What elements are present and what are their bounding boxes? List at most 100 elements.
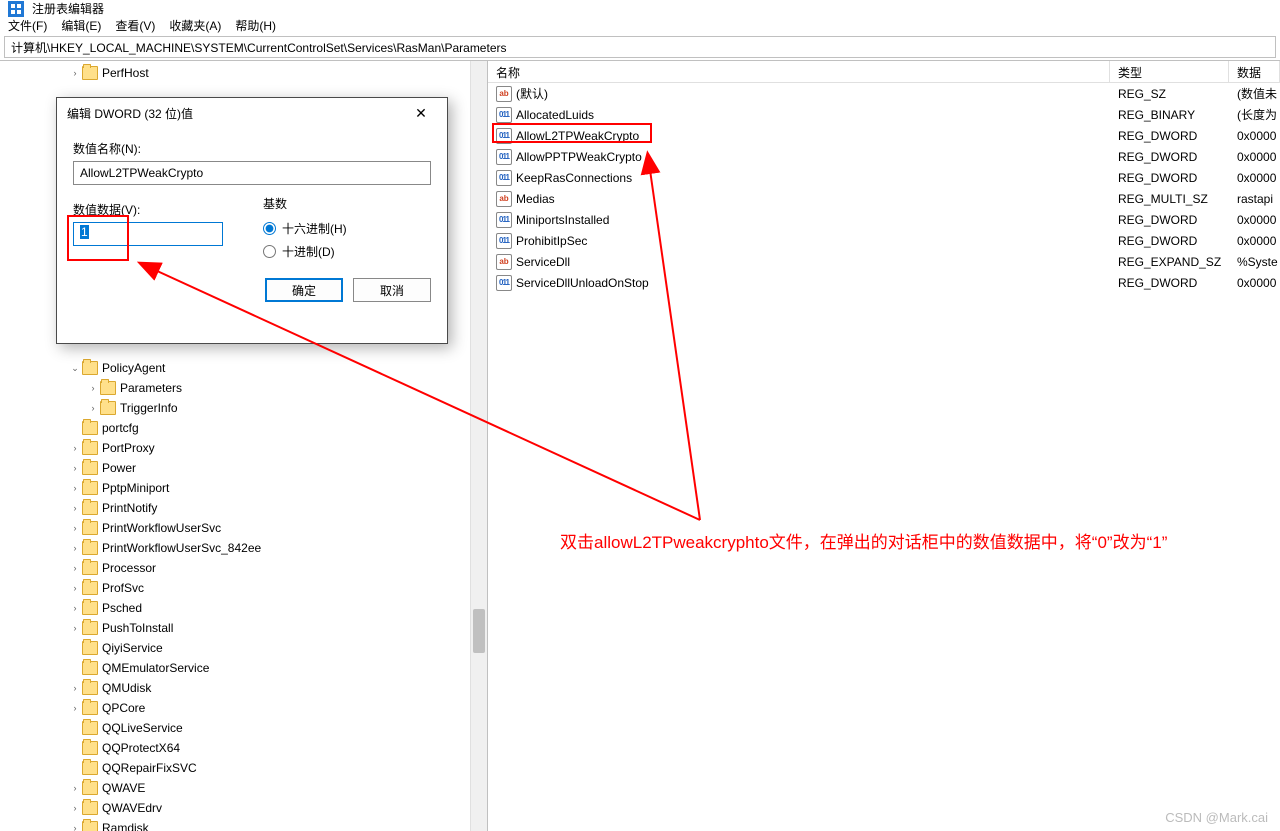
tree-item[interactable]: ›PushToInstall [0,618,487,638]
menubar: 文件(F) 编辑(E) 查看(V) 收藏夹(A) 帮助(H) [0,17,1280,34]
list-row[interactable]: AllowPPTPWeakCryptoREG_DWORD0x0000 [488,146,1280,167]
folder-icon [100,401,116,415]
chevron-right-icon[interactable]: › [68,563,82,573]
chevron-right-icon[interactable]: › [68,503,82,513]
folder-icon [82,521,98,535]
tree-item-label: TriggerInfo [120,401,178,415]
list-row[interactable]: ServiceDllREG_EXPAND_SZ%Syste [488,251,1280,272]
tree-item-label: PrintNotify [102,501,157,515]
tree-item[interactable]: ›Ramdisk [0,818,487,831]
radio-hex-input[interactable] [263,222,276,235]
col-type[interactable]: 类型 [1110,61,1229,82]
chevron-right-icon[interactable]: › [68,603,82,613]
value-name-input[interactable] [73,161,431,185]
folder-icon [82,66,98,80]
value-name-label: 数值名称(N): [73,140,431,157]
menu-favorites[interactable]: 收藏夹(A) [169,17,221,34]
chevron-right-icon[interactable]: › [86,403,100,413]
tree-item-label: PrintWorkflowUserSvc_842ee [102,541,261,555]
folder-icon [82,821,98,831]
address-bar[interactable]: 计算机\HKEY_LOCAL_MACHINE\SYSTEM\CurrentCon… [4,36,1276,58]
tree-item[interactable]: ›PrintWorkflowUserSvc [0,518,487,538]
menu-file[interactable]: 文件(F) [8,17,47,34]
tree-item[interactable]: › TriggerInfo [0,398,487,418]
close-icon[interactable]: ✕ [405,101,437,125]
folder-icon [82,601,98,615]
list-row[interactable]: (默认)REG_SZ(数值未 [488,83,1280,104]
tree-item-label: QMEmulatorService [102,661,209,675]
cancel-button[interactable]: 取消 [353,278,431,302]
tree-item[interactable]: ⌄PolicyAgent [0,358,487,378]
value-data: %Syste [1229,255,1280,269]
value-data: 0x0000 [1229,276,1280,290]
radio-dec-input[interactable] [263,245,276,258]
tree-item[interactable]: portcfg [0,418,487,438]
tree-item[interactable]: QMEmulatorService [0,658,487,678]
chevron-right-icon[interactable]: › [68,803,82,813]
menu-view[interactable]: 查看(V) [115,17,155,34]
value-name: Medias [516,192,555,206]
tree-item-label: ProfSvc [102,581,144,595]
list-row[interactable]: KeepRasConnectionsREG_DWORD0x0000 [488,167,1280,188]
binary-value-icon [496,149,512,165]
radio-hex[interactable]: 十六进制(H) [263,220,347,237]
list-pane[interactable]: 名称 类型 数据 (默认)REG_SZ(数值未AllocatedLuidsREG… [488,61,1280,831]
tree-item[interactable]: › QMUdisk [0,678,487,698]
ok-button[interactable]: 确定 [265,278,343,302]
menu-edit[interactable]: 编辑(E) [61,17,101,34]
value-name: ProhibitIpSec [516,234,587,248]
binary-value-icon [496,107,512,123]
tree-item[interactable]: QiyiService [0,638,487,658]
chevron-down-icon[interactable]: ⌄ [68,363,82,374]
col-data[interactable]: 数据 [1229,61,1280,82]
tree-item[interactable]: ›Processor [0,558,487,578]
menu-help[interactable]: 帮助(H) [235,17,276,34]
value-data-input[interactable]: 1 [73,222,223,246]
tree-item[interactable]: › PrintNotify [0,498,487,518]
chevron-right-icon[interactable]: › [68,583,82,593]
list-row[interactable]: AllocatedLuidsREG_BINARY(长度为 [488,104,1280,125]
tree-item[interactable]: › PrintWorkflowUserSvc_842ee [0,538,487,558]
chevron-right-icon[interactable]: › [68,483,82,493]
tree-item[interactable]: ›PerfHost [0,63,487,83]
tree-item-label: PptpMiniport [102,481,169,495]
chevron-right-icon[interactable]: › [68,703,82,713]
list-row[interactable]: ProhibitIpSecREG_DWORD0x0000 [488,230,1280,251]
chevron-right-icon[interactable]: › [68,463,82,473]
tree-item[interactable]: ›Psched [0,598,487,618]
tree-item[interactable]: ›QWAVE [0,778,487,798]
tree-item[interactable]: ›PortProxy [0,438,487,458]
tree-item[interactable]: ›Power [0,458,487,478]
value-data: 0x0000 [1229,213,1280,227]
tree-item[interactable]: QQRepairFixSVC [0,758,487,778]
folder-icon [82,361,98,375]
chevron-right-icon[interactable]: › [68,543,82,553]
list-row[interactable]: AllowL2TPWeakCryptoREG_DWORD0x0000 [488,125,1280,146]
radio-dec[interactable]: 十进制(D) [263,243,347,260]
tree-item[interactable]: › PptpMiniport [0,478,487,498]
list-row[interactable]: MiniportsInstalledREG_DWORD0x0000 [488,209,1280,230]
chevron-right-icon[interactable]: › [68,783,82,793]
chevron-right-icon[interactable]: › [68,683,82,693]
chevron-right-icon[interactable]: › [68,523,82,533]
chevron-right-icon[interactable]: › [86,383,100,393]
value-data: 0x0000 [1229,171,1280,185]
tree-item[interactable]: QQProtectX64 [0,738,487,758]
tree-item[interactable]: QQLiveService [0,718,487,738]
tree-item[interactable]: › ProfSvc [0,578,487,598]
list-row[interactable]: ServiceDllUnloadOnStopREG_DWORD0x0000 [488,272,1280,293]
tree-item[interactable]: ›QPCore [0,698,487,718]
scrollbar-thumb[interactable] [473,609,485,653]
tree-item[interactable]: ›Parameters [0,378,487,398]
value-data: (长度为 [1229,106,1280,123]
chevron-right-icon[interactable]: › [68,68,82,78]
col-name[interactable]: 名称 [488,61,1110,82]
tree-item-label: QMUdisk [102,681,151,695]
chevron-right-icon[interactable]: › [68,823,82,831]
binary-value-icon [496,128,512,144]
tree-scrollbar[interactable] [470,61,487,831]
chevron-right-icon[interactable]: › [68,443,82,453]
list-row[interactable]: MediasREG_MULTI_SZrastapi [488,188,1280,209]
tree-item[interactable]: ›QWAVEdrv [0,798,487,818]
chevron-right-icon[interactable]: › [68,623,82,633]
